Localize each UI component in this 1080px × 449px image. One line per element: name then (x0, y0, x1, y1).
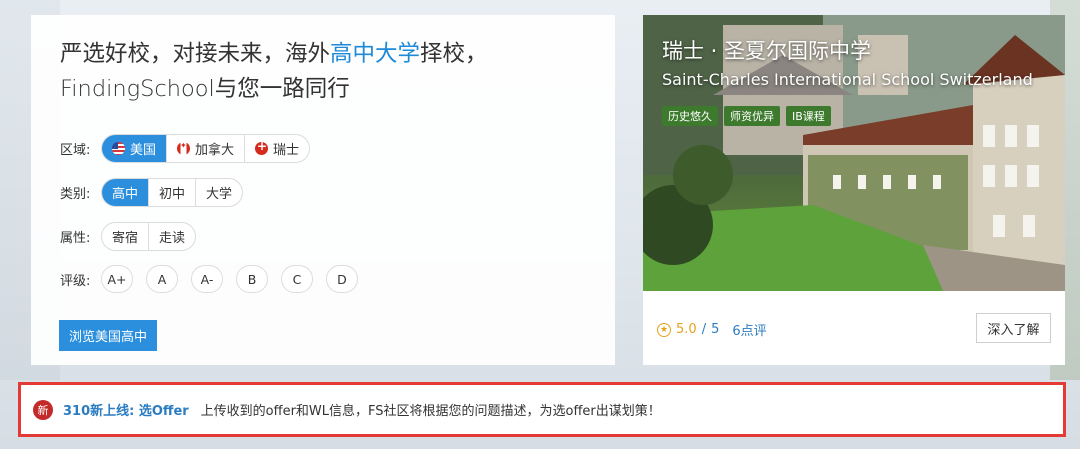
star-icon: ★ (657, 322, 671, 337)
attribute-option-boarding[interactable]: 寄宿 (102, 222, 150, 250)
region-option-switzerland[interactable]: 瑞士 (245, 135, 309, 162)
page-headline: 严选好校，对接未来，海外高中大学择校， FindingSchool与您一路同行 (60, 41, 488, 102)
category-option-university[interactable]: 大学 (196, 179, 242, 206)
school-english-name[interactable]: Saint-Charles International School Switz… (662, 70, 1033, 89)
attribute-label: 属性: (60, 230, 91, 246)
rating-max: 5 (711, 322, 720, 337)
category-label: 类别: (60, 186, 91, 202)
learn-more-button[interactable]: 深入了解 (976, 313, 1051, 343)
school-tag: IB课程 (786, 106, 831, 126)
attribute-selector: 寄宿 走读 (101, 221, 197, 251)
grade-option-a-minus[interactable]: A- (191, 265, 223, 293)
school-tag: 历史悠久 (662, 106, 718, 126)
category-filter-row: 类别: 高中 初中 大学 (60, 177, 244, 207)
category-option-middle-school[interactable]: 初中 (149, 178, 197, 206)
browse-schools-button[interactable]: 浏览美国高中 (59, 320, 157, 351)
school-photo[interactable]: 瑞士 · 圣夏尔国际中学 Saint-Charles International… (643, 15, 1065, 291)
grade-option-a[interactable]: A (146, 265, 178, 293)
grade-selector: A+ A A- B C D (101, 265, 358, 293)
region-option-usa[interactable]: 美国 (102, 134, 168, 162)
school-rating: ★ 5.0 / 5 6点评 (657, 320, 767, 339)
grade-option-c[interactable]: C (281, 265, 313, 293)
school-tag: 师资优异 (724, 106, 780, 126)
category-option-high-school[interactable]: 高中 (102, 178, 150, 206)
region-label: 区域: (60, 142, 91, 158)
attribute-filter-row: 属性: 寄宿 走读 (60, 221, 197, 251)
canada-flag-icon (177, 141, 191, 155)
school-filter-panel: 严选好校，对接未来，海外高中大学择校， FindingSchool与您一路同行 … (31, 15, 615, 365)
announcement-link[interactable]: 310新上线: 选Offer (63, 400, 189, 419)
grade-option-b[interactable]: B (236, 265, 268, 293)
school-name[interactable]: 瑞士 · 圣夏尔国际中学 (662, 35, 871, 65)
grade-filter-row: 评级: A+ A A- B C D (60, 264, 358, 294)
headline-highlight: 高中大学 (330, 41, 421, 67)
region-option-canada[interactable]: 加拿大 (167, 134, 246, 162)
grade-option-a-plus[interactable]: A+ (101, 265, 133, 293)
announcement-bar: 新 310新上线: 选Offer 上传收到的offer和WL信息，FS社区将根据… (18, 382, 1066, 437)
new-badge: 新 (33, 399, 53, 420)
review-count-link[interactable]: 6点评 (732, 320, 766, 339)
category-selector: 高中 初中 大学 (101, 177, 244, 207)
grade-label: 评级: (60, 273, 91, 289)
rating-separator: / (701, 322, 707, 337)
rating-score: 5.0 (676, 322, 697, 337)
swiss-flag-icon (255, 139, 269, 155)
region-selector: 美国 加拿大 瑞士 (101, 133, 311, 163)
school-tags: 历史悠久 师资优异 IB课程 (662, 106, 831, 126)
announcement-text: 上传收到的offer和WL信息，FS社区将根据您的问题描述，为选offer出谋划… (200, 404, 661, 419)
attribute-option-day[interactable]: 走读 (149, 223, 195, 250)
grade-option-d[interactable]: D (326, 265, 358, 293)
featured-school-card: 瑞士 · 圣夏尔国际中学 Saint-Charles International… (643, 15, 1065, 365)
region-filter-row: 区域: 美国 加拿大 瑞士 (60, 133, 311, 163)
us-flag-icon (112, 141, 125, 155)
